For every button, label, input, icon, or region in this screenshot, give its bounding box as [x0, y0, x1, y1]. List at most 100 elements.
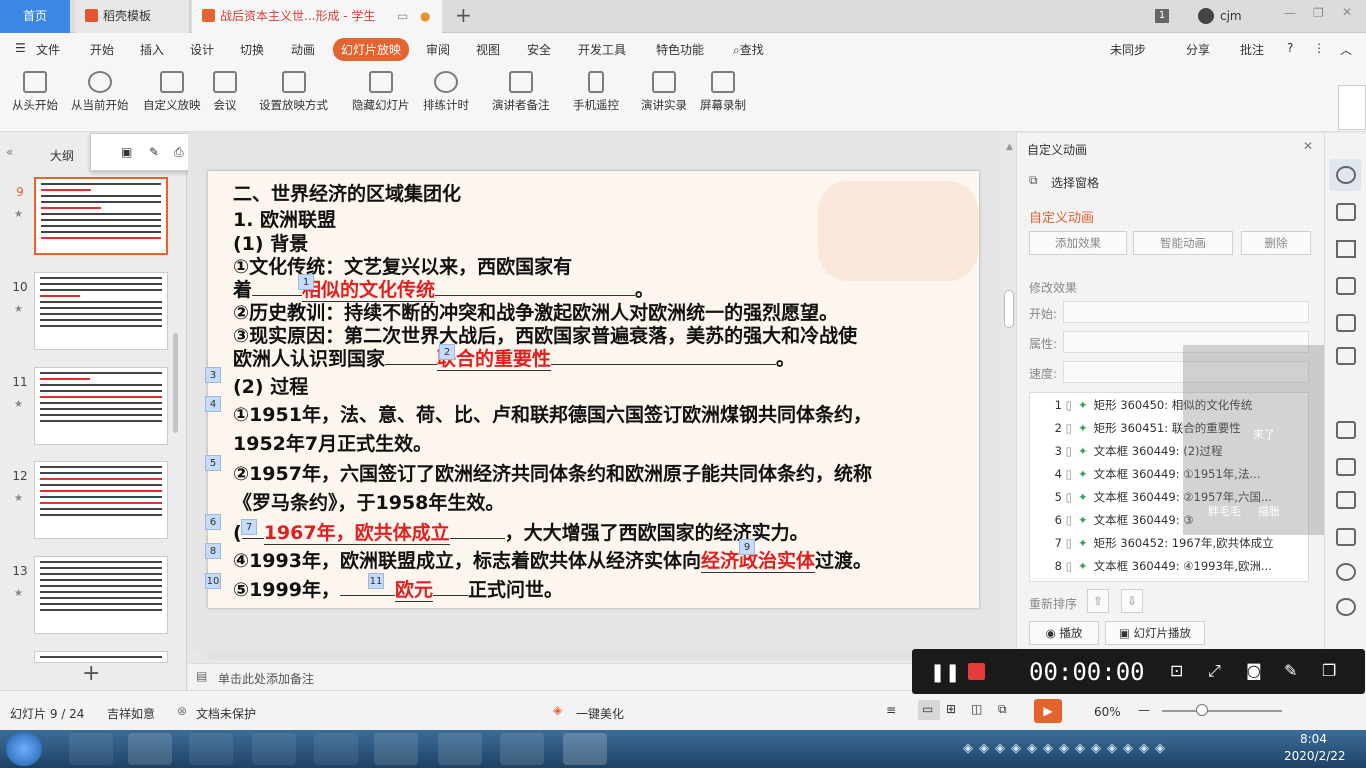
chart-tool-icon[interactable]	[1336, 347, 1356, 365]
security-tool-icon[interactable]	[1336, 598, 1356, 616]
eraser-tool-icon[interactable]	[1336, 277, 1356, 295]
audio-tool-icon[interactable]	[1336, 563, 1356, 581]
rehearse-timing-button[interactable]: 排练计时	[423, 71, 469, 113]
menu-animation[interactable]: 动画	[291, 41, 315, 58]
delete-button[interactable]: 删除	[1241, 231, 1311, 255]
notes-toggle-icon[interactable]: ≡	[886, 703, 896, 717]
sync-status[interactable]: 未同步	[1110, 41, 1146, 58]
presenter-view-icon[interactable]: ⧉	[998, 702, 1007, 717]
move-up-icon[interactable]: ⇧	[1087, 589, 1109, 613]
menu-insert[interactable]: 插入	[140, 41, 164, 58]
screenshot-region-icon[interactable]: ⊡	[1170, 661, 1183, 680]
ie-taskbar-icon[interactable]	[69, 733, 113, 765]
fullscreen-icon[interactable]: ⤢	[1208, 661, 1221, 681]
anim-tag-11[interactable]: 11	[368, 573, 384, 589]
wechat-taskbar-icon[interactable]	[374, 733, 418, 765]
meeting-button[interactable]: 会议	[213, 71, 237, 113]
pen-icon[interactable]: ✎	[1284, 661, 1297, 680]
reading-view-icon[interactable]: ◫	[971, 702, 982, 716]
play-button[interactable]: ◉ 播放	[1029, 621, 1099, 645]
print-icon[interactable]: ⎙	[174, 145, 184, 160]
menu-review[interactable]: 审阅	[426, 41, 450, 58]
tab-home[interactable]: 首页	[0, 0, 70, 33]
menu-security[interactable]: 安全	[527, 41, 551, 58]
camera-icon[interactable]: ◙	[1246, 661, 1262, 680]
anim-tag-5[interactable]: 5	[205, 455, 221, 471]
slide-thumbnail-10[interactable]	[34, 272, 168, 350]
start-select[interactable]	[1063, 301, 1309, 323]
collapse-panel-icon[interactable]: «	[6, 145, 13, 159]
tab-monitor-icon[interactable]: ▭	[397, 0, 408, 33]
outline-tab[interactable]: 大纲	[50, 147, 74, 164]
speaker-notes-button[interactable]: 演讲者备注	[492, 71, 550, 113]
more-icon[interactable]: ⋮	[1313, 41, 1325, 55]
screen-record-button[interactable]: 屏幕录制	[700, 71, 746, 113]
slide-thumbnail-13[interactable]	[34, 556, 168, 634]
smart-animation-button[interactable]: 智能动画	[1133, 231, 1233, 255]
help-icon[interactable]: ?	[1287, 41, 1293, 55]
menu-design[interactable]: 设计	[190, 41, 214, 58]
anim-tag-10[interactable]: 10	[205, 573, 221, 589]
minimize-icon[interactable]: —	[1284, 6, 1296, 20]
qq-browser-taskbar-icon[interactable]	[252, 733, 296, 765]
link-tool-icon[interactable]	[1336, 421, 1356, 439]
explorer-taskbar-icon[interactable]	[128, 733, 172, 765]
side-window-edge[interactable]	[1338, 85, 1366, 130]
restore-icon[interactable]: ❐	[1313, 6, 1324, 20]
setup-show-button[interactable]: 设置放映方式	[259, 71, 328, 113]
hide-slide-button[interactable]: 隐藏幻灯片	[352, 71, 410, 113]
slide-thumbnail-11[interactable]	[34, 367, 168, 445]
live-taskbar-icon[interactable]	[500, 733, 544, 765]
canvas-hscroll[interactable]	[207, 652, 997, 660]
phone-remote-button[interactable]: 手机遥控	[573, 71, 619, 113]
close-icon[interactable]: ✕	[1342, 5, 1352, 19]
comment-button[interactable]: 批注	[1240, 41, 1264, 58]
stop-icon[interactable]	[968, 663, 985, 680]
menu-devtools[interactable]: 开发工具	[578, 41, 626, 58]
anim-tag-9[interactable]: 9	[739, 539, 755, 555]
system-tray-icons[interactable]: ◈◈◈◈◈◈◈◈◈◈◈◈◈	[963, 741, 1171, 756]
thumbnail-scrollbar[interactable]	[173, 333, 178, 433]
share-button[interactable]: 分享	[1186, 41, 1210, 58]
grid-tool-icon[interactable]	[1336, 314, 1356, 332]
box-tool-icon[interactable]	[1336, 491, 1356, 509]
save-icon[interactable]: ▣	[121, 145, 132, 159]
image-tool-icon[interactable]	[1336, 528, 1356, 546]
scroll-up-icon[interactable]: ▲	[1006, 142, 1013, 152]
menu-search[interactable]: ⌕查找	[733, 41, 764, 58]
wps-taskbar-icon[interactable]	[438, 733, 482, 765]
theme-name[interactable]: 吉祥如意	[107, 705, 155, 722]
move-down-icon[interactable]: ⇩	[1121, 589, 1143, 613]
presentation-taskbar-icon[interactable]	[563, 733, 607, 765]
notes-bar[interactable]: ▤ 单击此处添加备注	[188, 663, 1002, 690]
animation-item[interactable]: 7 ▯ ✦ 矩形 360452: 1967年,欧共体成立	[1042, 535, 1308, 558]
clock-time[interactable]: 8:04	[1300, 732, 1327, 746]
slideshow-button[interactable]: ▣ 幻灯片播放	[1105, 621, 1205, 645]
add-slide-icon[interactable]: +	[82, 661, 100, 686]
shape-tool-icon[interactable]	[1336, 240, 1356, 258]
new-tab-icon[interactable]: +	[455, 3, 472, 27]
menu-features[interactable]: 特色功能	[656, 41, 704, 58]
tab-document[interactable]: 战后资本主义世...形成 - 学生 ▭ ●	[192, 0, 442, 33]
ie2-taskbar-icon[interactable]	[314, 733, 358, 765]
hamburger-icon[interactable]: ☰	[15, 41, 26, 55]
start-button[interactable]	[6, 732, 42, 766]
pause-icon[interactable]: ❚❚	[930, 662, 960, 683]
menu-view[interactable]: 视图	[476, 41, 500, 58]
slide-thumbnail-12[interactable]	[34, 461, 168, 539]
play-from-current-button[interactable]: 从当前开始	[71, 71, 129, 113]
zoom-slider-thumb[interactable]	[1196, 704, 1208, 716]
add-effect-button[interactable]: 添加效果	[1029, 231, 1127, 255]
anim-tag-6[interactable]: 6	[205, 514, 221, 530]
browser-taskbar-icon[interactable]	[189, 733, 233, 765]
animation-item[interactable]: 8 ▯ ✦ 文本框 360449: ④1993年,欧洲...	[1042, 558, 1308, 581]
speech-record-button[interactable]: 演讲实录	[641, 71, 687, 113]
menu-transition[interactable]: 切换	[240, 41, 264, 58]
minimize-recorder-icon[interactable]: ❐	[1322, 661, 1336, 680]
anim-tag-7[interactable]: 7	[241, 519, 257, 535]
menu-slideshow[interactable]: 幻灯片放映	[333, 38, 410, 61]
tab-template[interactable]: 稻壳模板	[75, 0, 190, 33]
animation-tool-icon[interactable]	[1336, 166, 1356, 184]
copy-tool-icon[interactable]	[1336, 203, 1356, 221]
anim-tag-4[interactable]: 4	[205, 396, 221, 412]
